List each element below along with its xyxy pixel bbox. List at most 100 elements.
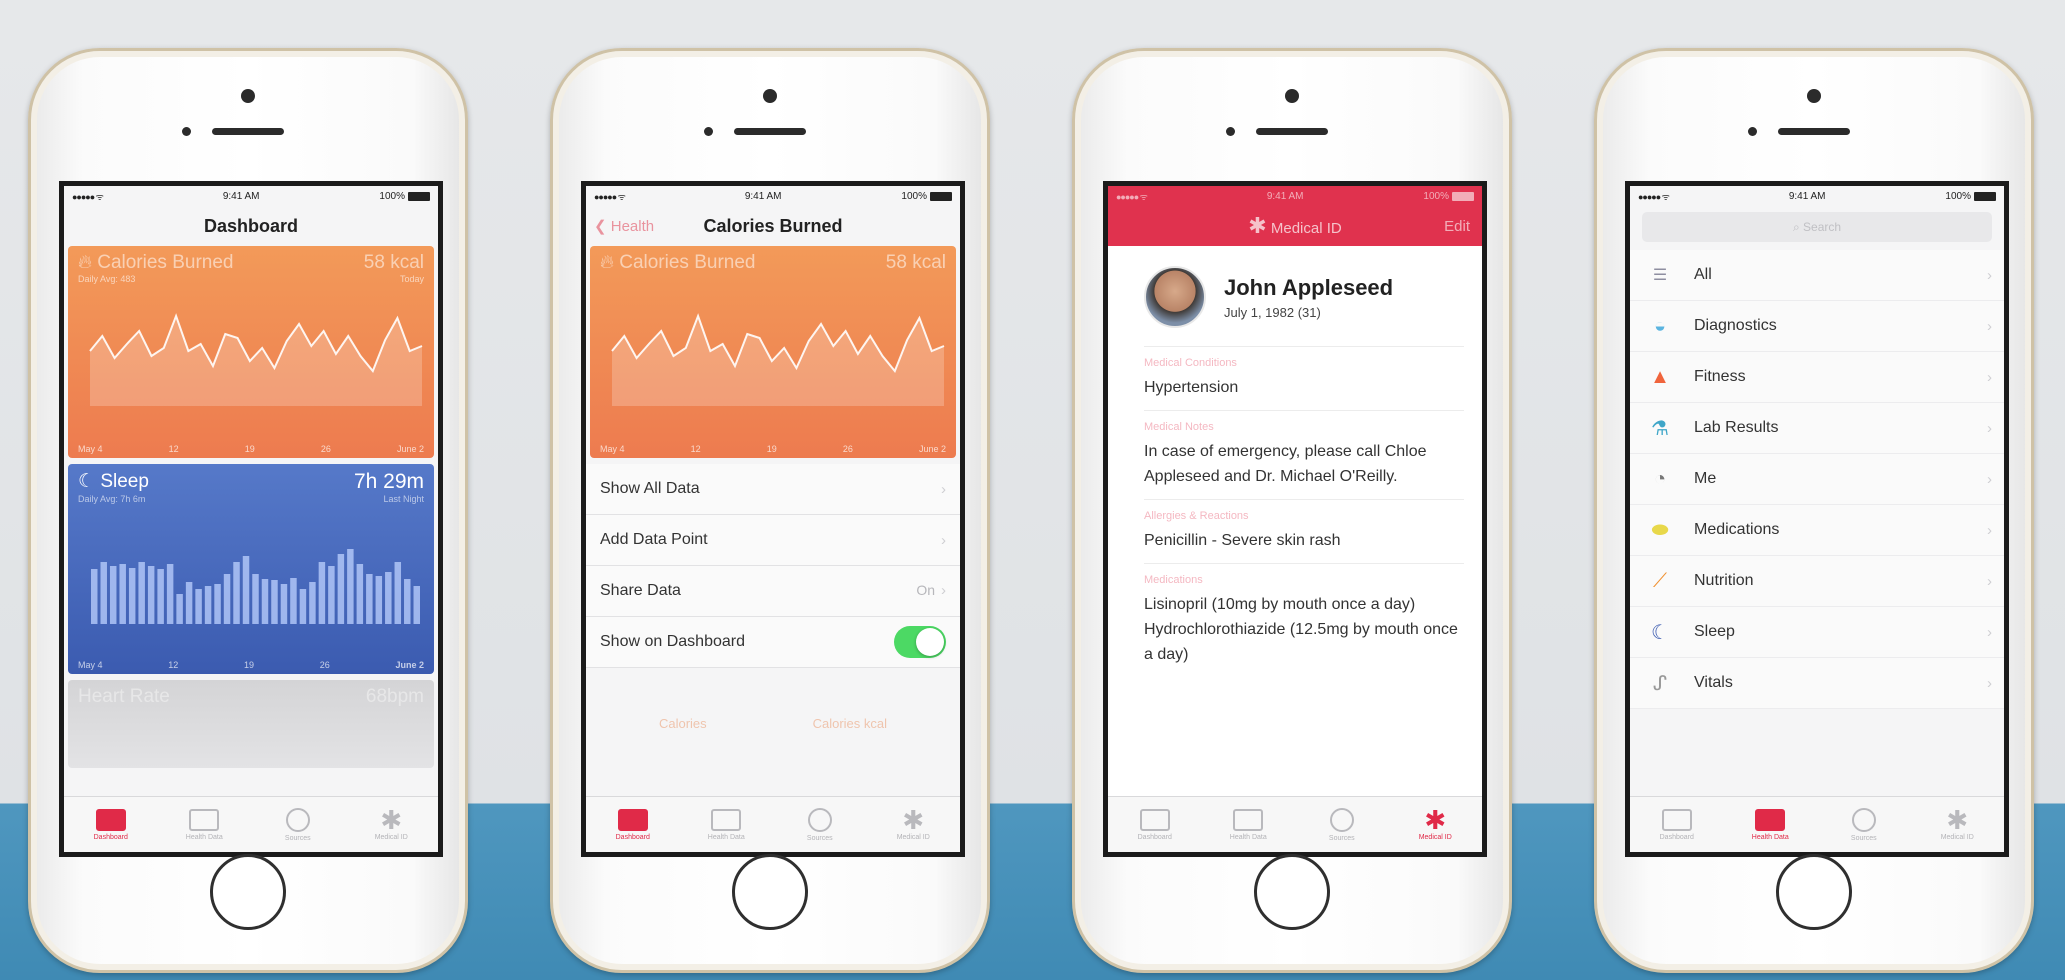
sleep-bar — [176, 594, 183, 624]
card-title: Heart Rate — [78, 686, 170, 707]
tab-dashboard[interactable]: Dashboard — [586, 797, 680, 852]
sleep-bar — [147, 566, 155, 624]
sleep-bar-chart — [91, 549, 420, 624]
tab-health-data[interactable]: Health Data — [1724, 797, 1818, 852]
home-button[interactable] — [732, 854, 808, 930]
earpiece-speaker — [734, 128, 806, 135]
chart-axis: May 4 12 19 26 June 2 — [78, 444, 424, 454]
card-title: ☾ Sleep — [78, 471, 149, 492]
category-row-medications[interactable]: ⬬ Medications › — [1630, 505, 2004, 556]
unit-option-kcal[interactable]: Calories kcal — [813, 716, 887, 731]
conditions-section: Medical Conditions Hypertension — [1144, 346, 1464, 410]
add-data-point-row[interactable]: Add Data Point › — [586, 515, 960, 566]
folder-icon — [1233, 808, 1264, 831]
back-button[interactable]: ❮ Health — [594, 217, 654, 235]
category-row-fitness[interactable]: ▲ Fitness › — [1630, 352, 2004, 403]
chart-icon — [1139, 808, 1170, 831]
sleep-bar — [100, 562, 107, 624]
signal-icon: ●●●●● ᯤ — [594, 191, 626, 202]
card-title: 🔥︎ Calories Burned — [600, 252, 756, 273]
sleep-bar — [375, 576, 383, 624]
sleep-bar — [166, 564, 174, 624]
asterisk-icon: ✱ — [1946, 804, 1969, 835]
front-camera — [241, 89, 255, 103]
sleep-bar — [299, 589, 307, 624]
sleep-bar — [394, 562, 402, 624]
category-row-vitals[interactable]: ᔑ Vitals › — [1630, 658, 2004, 709]
phone-health-data: ●●●●● ᯤ 9:41 AM 100% ⌕ Search ☰ All › ◒ D… — [1594, 48, 2034, 973]
category-row-lab-results[interactable]: ⚗ Lab Results › — [1630, 403, 2004, 454]
category-row-diagnostics[interactable]: ◒ Diagnostics › — [1630, 301, 2004, 352]
edit-button[interactable]: Edit — [1444, 218, 1470, 235]
signal-icon: ●●●●● ᯤ — [72, 191, 104, 202]
sleep-bar — [309, 582, 316, 624]
category-row-nutrition[interactable]: ⟋ Nutrition › — [1630, 556, 2004, 607]
chevron-right-icon: › — [1987, 419, 1992, 437]
home-button[interactable] — [210, 854, 286, 930]
tab-sources[interactable]: Sources — [1295, 797, 1389, 852]
sleep-bar — [214, 584, 221, 624]
page-title: Calories Burned — [703, 215, 843, 236]
battery-icon — [1452, 191, 1474, 201]
section-label: Medications — [1144, 574, 1203, 586]
battery-percent: 100% — [901, 190, 927, 202]
sleep-bar — [404, 579, 411, 624]
tab-health-data[interactable]: Health Data — [1202, 797, 1296, 852]
proximity-sensor — [1748, 127, 1757, 136]
chevron-right-icon: › — [1987, 674, 1992, 692]
card-subtitle: Daily Avg: 483 — [78, 274, 136, 284]
show-all-data-row[interactable]: Show All Data › — [586, 464, 960, 515]
earpiece-speaker — [1778, 128, 1850, 135]
battery-icon — [408, 191, 430, 201]
home-button[interactable] — [1776, 854, 1852, 930]
tab-health-data[interactable]: Health Data — [680, 797, 774, 852]
tab-dashboard[interactable]: Dashboard — [64, 797, 158, 852]
chevron-right-icon: › — [1987, 470, 1992, 488]
asterisk-icon: ✱ — [380, 804, 403, 835]
search-input[interactable]: ⌕ Search — [1642, 212, 1992, 242]
tab-medical-id[interactable]: ✱ Medical ID — [345, 797, 439, 852]
moon-icon: ☾ — [1651, 621, 1669, 644]
download-icon — [1329, 807, 1354, 832]
chart-area — [612, 316, 944, 406]
show-on-dashboard-toggle[interactable] — [894, 626, 946, 658]
sleep-bar — [204, 586, 212, 624]
avatar — [1144, 266, 1206, 328]
tab-medical-id[interactable]: ✱ Medical ID — [1389, 797, 1483, 852]
moon-icon: ☾ — [78, 471, 96, 492]
share-data-row[interactable]: Share Data On › — [586, 566, 960, 617]
status-bar: ●●●●● ᯤ 9:41 AM 100% — [586, 186, 960, 206]
tab-medical-id[interactable]: ✱ Medical ID — [867, 797, 961, 852]
nav-bar: Dashboard — [64, 206, 438, 246]
unit-options: Calories Calories kcal — [586, 716, 960, 731]
tab-dashboard[interactable]: Dashboard — [1630, 797, 1724, 852]
tab-sources[interactable]: Sources — [251, 797, 345, 852]
tab-health-data[interactable]: Health Data — [158, 797, 252, 852]
chevron-right-icon: › — [1987, 623, 1992, 641]
heart-rate-card[interactable]: Heart Rate 68bpm — [68, 680, 434, 768]
category-row-sleep[interactable]: ☾ Sleep › — [1630, 607, 2004, 658]
sleep-card[interactable]: ☾ Sleep 7h 29m Daily Avg: 7h 6m Last Nig… — [68, 464, 434, 674]
chevron-left-icon: ❮ — [594, 218, 607, 235]
phone-medical-id: ●●●●● ᯤ 9:41 AM 100% ✱ Medical ID Edit J… — [1072, 48, 1512, 973]
calories-card: 🔥︎ Calories Burned 58 kcal May 4 12 19 2… — [590, 246, 956, 458]
tab-dashboard[interactable]: Dashboard — [1108, 797, 1202, 852]
tab-sources[interactable]: Sources — [773, 797, 867, 852]
home-button[interactable] — [1254, 854, 1330, 930]
battery-icon — [930, 191, 952, 201]
download-icon — [807, 807, 832, 832]
battery-percent: 100% — [1945, 190, 1971, 202]
download-icon — [1851, 807, 1876, 832]
calories-card[interactable]: 🔥︎ Calories Burned 58 kcal Daily Avg: 48… — [68, 246, 434, 458]
tab-sources[interactable]: Sources — [1817, 797, 1911, 852]
unit-option-calories[interactable]: Calories — [659, 716, 707, 731]
section-value: Lisinopril (10mg by mouth once a day) — [1144, 596, 1416, 613]
phone-dashboard: ●●●●● ᯤ 9:41 AM 100% Dashboard 🔥︎ Calori… — [28, 48, 468, 973]
earpiece-speaker — [212, 128, 284, 135]
category-row-me[interactable]: ◔ Me › — [1630, 454, 2004, 505]
section-value: In case of emergency, please call Chloe … — [1144, 443, 1427, 485]
share-data-value: On — [916, 582, 935, 598]
tab-medical-id[interactable]: ✱ Medical ID — [1911, 797, 2005, 852]
category-row-all[interactable]: ☰ All › — [1630, 250, 2004, 301]
section-label: Medical Conditions — [1144, 357, 1237, 369]
